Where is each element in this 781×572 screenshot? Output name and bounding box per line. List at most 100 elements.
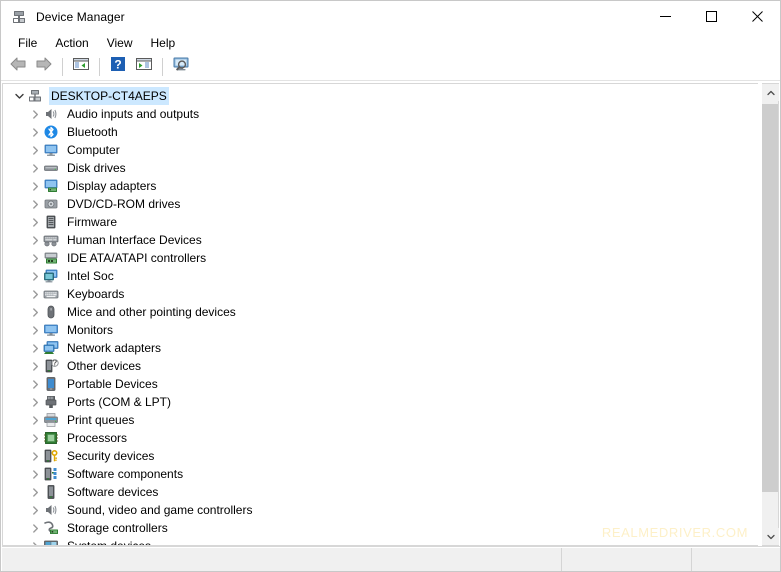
tree-node[interactable]: Network adapters: [3, 339, 758, 357]
keyboard-icon: [43, 286, 59, 302]
show-hide-console-tree-icon: [72, 56, 90, 77]
tree-node-label: Software components: [67, 467, 184, 481]
tree-node[interactable]: Sound, video and game controllers: [3, 501, 758, 519]
chevron-right-icon[interactable]: [27, 321, 43, 339]
chevron-right-icon[interactable]: [27, 231, 43, 249]
tree-node[interactable]: Firmware: [3, 213, 758, 231]
chevron-right-icon[interactable]: [27, 249, 43, 267]
tree-node[interactable]: Human Interface Devices: [3, 231, 758, 249]
chevron-right-icon[interactable]: [27, 519, 43, 537]
tree-node[interactable]: Intel Soc: [3, 267, 758, 285]
tree-node[interactable]: Ports (COM & LPT): [3, 393, 758, 411]
tree-node[interactable]: Storage controllers: [3, 519, 758, 537]
chevron-right-icon[interactable]: [27, 357, 43, 375]
menu-action[interactable]: Action: [46, 34, 97, 52]
tree-node[interactable]: IDE ATA/ATAPI controllers: [3, 249, 758, 267]
monitor-icon: [43, 142, 59, 158]
toolbar-back[interactable]: [5, 55, 31, 79]
scroll-thumb[interactable]: [762, 104, 778, 492]
tree-node[interactable]: Keyboards: [3, 285, 758, 303]
status-bar: [2, 547, 780, 571]
chevron-right-icon[interactable]: [27, 393, 43, 411]
computer-root-icon: [27, 88, 43, 104]
status-pane-tertiary: [692, 548, 780, 571]
tree-node[interactable]: Portable Devices: [3, 375, 758, 393]
tree-node-label: Disk drives: [67, 161, 126, 175]
chevron-right-icon[interactable]: [27, 159, 43, 177]
tree-node[interactable]: Mice and other pointing devices: [3, 303, 758, 321]
status-pane-secondary: [562, 548, 692, 571]
scroll-down-arrow[interactable]: [762, 528, 779, 545]
chevron-right-icon[interactable]: [27, 123, 43, 141]
window-title: Device Manager: [36, 9, 125, 24]
chevron-right-icon[interactable]: [27, 195, 43, 213]
chevron-right-icon[interactable]: [27, 465, 43, 483]
chevron-right-icon[interactable]: [27, 213, 43, 231]
tree-node[interactable]: Security devices: [3, 447, 758, 465]
tree-vertical-scrollbar[interactable]: [762, 83, 779, 546]
chevron-right-icon[interactable]: [27, 537, 43, 545]
tree-node-label: Software devices: [67, 485, 159, 499]
hid-keyboard-icon: [43, 232, 59, 248]
toolbar-separator-2: [99, 57, 100, 76]
tree-node[interactable]: Disk drives: [3, 159, 758, 177]
tree-node[interactable]: Bluetooth: [3, 123, 758, 141]
toolbar-forward[interactable]: [31, 55, 57, 79]
ide-controller-icon: [43, 250, 59, 266]
toolbar-console-tree[interactable]: [68, 55, 94, 79]
minimize-button[interactable]: [642, 1, 688, 32]
maximize-button[interactable]: [688, 1, 734, 32]
tree-node[interactable]: Software devices: [3, 483, 758, 501]
chevron-right-icon[interactable]: [27, 411, 43, 429]
help-question-icon: ?: [110, 56, 126, 77]
chevron-right-icon[interactable]: [27, 375, 43, 393]
toolbar-scan-hardware[interactable]: [168, 55, 194, 79]
network-adapter-icon: [43, 340, 59, 356]
menu-view[interactable]: View: [98, 34, 142, 52]
tree-root-node[interactable]: DESKTOP-CT4AEPS: [3, 87, 758, 105]
tree-node[interactable]: System devices: [3, 537, 758, 546]
portable-device-icon: [43, 376, 59, 392]
menu-file[interactable]: File: [9, 34, 46, 52]
chevron-right-icon[interactable]: [27, 483, 43, 501]
close-button[interactable]: [734, 1, 780, 32]
back-arrow-icon: [8, 56, 28, 77]
chevron-right-icon[interactable]: [27, 501, 43, 519]
chevron-right-icon[interactable]: [27, 447, 43, 465]
chevron-right-icon[interactable]: [27, 141, 43, 159]
chevron-right-icon[interactable]: [27, 267, 43, 285]
tree-node[interactable]: DVD/CD-ROM drives: [3, 195, 758, 213]
tree-node-label: System devices: [67, 539, 152, 546]
tree-node[interactable]: Display adapters: [3, 177, 758, 195]
monitor-screen-icon: [43, 322, 59, 338]
tree-node-label: IDE ATA/ATAPI controllers: [67, 251, 207, 265]
chevron-right-icon[interactable]: [27, 105, 43, 123]
tree-node[interactable]: ? Other devices: [3, 357, 758, 375]
tree-node-label: Bluetooth: [67, 125, 118, 139]
system-device-icon: [43, 538, 59, 545]
processor-chip-icon: [43, 430, 59, 446]
tree-node[interactable]: Processors: [3, 429, 758, 447]
toolbar-properties[interactable]: [131, 55, 157, 79]
tree-node-label: Audio inputs and outputs: [67, 107, 200, 121]
tree-node[interactable]: Computer: [3, 141, 758, 159]
chevron-right-icon[interactable]: [27, 429, 43, 447]
tree-node-label: Print queues: [67, 413, 135, 427]
disk-drive-icon: [43, 160, 59, 176]
chevron-right-icon[interactable]: [27, 339, 43, 357]
chevron-down-icon[interactable]: [11, 87, 27, 105]
toolbar-help[interactable]: ?: [105, 55, 131, 79]
chevron-right-icon[interactable]: [27, 285, 43, 303]
tree-node[interactable]: Software components: [3, 465, 758, 483]
menu-bar: File Action View Help: [1, 32, 780, 53]
chevron-right-icon[interactable]: [27, 177, 43, 195]
tree-node-label: Other devices: [67, 359, 142, 373]
tree-node[interactable]: Print queues: [3, 411, 758, 429]
scroll-up-arrow[interactable]: [762, 84, 779, 101]
menu-help[interactable]: Help: [142, 34, 185, 52]
chevron-right-icon[interactable]: [27, 303, 43, 321]
tree-node[interactable]: Audio inputs and outputs: [3, 105, 758, 123]
tree-node-label: Human Interface Devices: [67, 233, 202, 247]
tree-node[interactable]: Monitors: [3, 321, 758, 339]
device-tree-pane[interactable]: DESKTOP-CT4AEPS Audio inputs and outputs…: [2, 83, 758, 546]
